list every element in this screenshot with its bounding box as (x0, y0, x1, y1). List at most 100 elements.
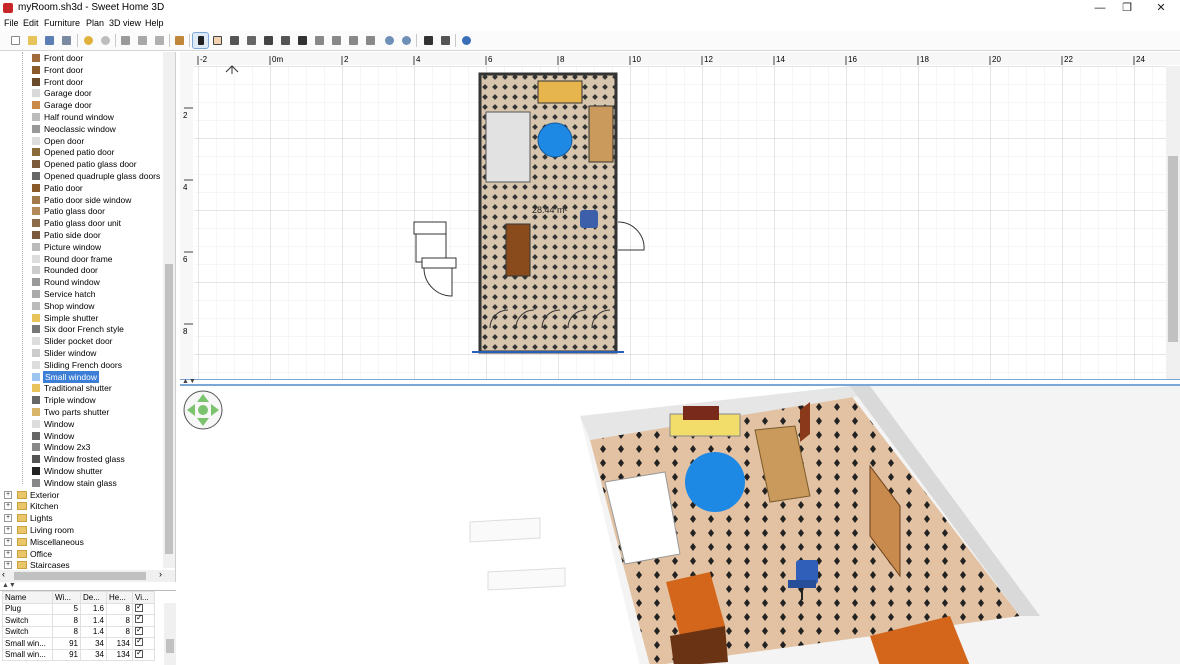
outside-object-b[interactable] (421, 257, 457, 269)
catalog-item[interactable]: Front door (0, 76, 162, 88)
cabinet-furniture[interactable] (588, 105, 614, 163)
catalog-item[interactable]: Half round window (0, 111, 162, 123)
cut-icon[interactable] (118, 33, 133, 48)
paste-icon[interactable] (152, 33, 167, 48)
navigation-arrows-icon[interactable] (183, 390, 223, 430)
catalog-item[interactable]: Sliding French doors (0, 359, 162, 371)
catalog-category[interactable]: + Miscellaneous (0, 536, 162, 548)
catalog-item[interactable]: Window shutter (0, 465, 162, 477)
catalog-item[interactable]: Window stain glass (0, 477, 162, 489)
close-button[interactable]: ✕ (1146, 0, 1176, 16)
catalog-item[interactable]: Round door frame (0, 253, 162, 265)
create-dimensions-icon[interactable] (278, 33, 293, 48)
create-polylines-icon[interactable] (261, 33, 276, 48)
3d-ball[interactable] (685, 452, 745, 512)
create-walls-icon[interactable] (227, 33, 242, 48)
expand-icon[interactable]: + (4, 561, 12, 570)
outside-object-a[interactable] (413, 221, 447, 235)
menu-furniture[interactable]: Furniture (44, 18, 80, 28)
catalog-item[interactable]: Patio door (0, 182, 162, 194)
catalog-item[interactable]: Traditional shutter (0, 382, 162, 394)
create-labels-icon[interactable] (295, 33, 310, 48)
redo-icon[interactable] (98, 33, 113, 48)
catalog-item[interactable]: Triple window (0, 394, 162, 406)
expand-icon[interactable]: + (4, 502, 12, 511)
table-row[interactable]: Switch 8 1.4 8 (2, 625, 155, 638)
furniture-list-scrollbar[interactable] (164, 603, 176, 665)
3d-outside-object-b[interactable] (487, 567, 566, 591)
ball-furniture[interactable] (537, 122, 573, 158)
column-width[interactable]: Wi... (52, 591, 81, 604)
expand-icon[interactable]: + (4, 514, 12, 523)
catalog-item[interactable]: Open door (0, 135, 162, 147)
chair-furniture[interactable] (580, 210, 598, 228)
maximize-button[interactable]: ❐ (1112, 0, 1142, 16)
catalog-item[interactable]: Round window (0, 276, 162, 288)
catalog-category[interactable]: + Living room (0, 524, 162, 536)
catalog-horizontal-scrollbar[interactable]: ‹ › (0, 569, 175, 582)
catalog-item[interactable]: Small window (0, 370, 162, 383)
catalog-category[interactable]: + Kitchen (0, 500, 162, 512)
catalog-item[interactable]: Six door French style (0, 323, 162, 335)
visible-checkbox[interactable] (135, 636, 143, 647)
catalog-item[interactable]: Window (0, 418, 162, 430)
catalog-vertical-scrollbar[interactable] (163, 52, 175, 568)
catalog-item[interactable]: Patio side door (0, 229, 162, 241)
table-row[interactable]: Switch 8 1.4 8 (2, 613, 155, 627)
3d-canvas[interactable] (180, 386, 1180, 664)
menu-file[interactable]: File (4, 18, 19, 28)
column-height[interactable]: He... (106, 591, 133, 604)
catalog-item[interactable]: Window (0, 430, 162, 442)
cut-tool-icon[interactable] (59, 33, 74, 48)
open-icon[interactable] (25, 33, 40, 48)
plan-view[interactable]: -2 0m 2 4 6 8 10 12 14 16 18 20 22 24 2468 28.44 m² (180, 52, 1180, 380)
catalog-item[interactable]: Two parts shutter (0, 406, 162, 418)
plan-canvas[interactable]: -2 0m 2 4 6 8 10 12 14 16 18 20 22 24 2468 28.44 m² (180, 52, 1180, 380)
select-mode-icon[interactable] (192, 32, 209, 49)
catalog-category[interactable]: + Lights (0, 512, 162, 524)
catalog-category[interactable]: + Exterior (0, 489, 162, 501)
catalog-item[interactable]: Opened patio glass door (0, 158, 162, 170)
catalog-item[interactable]: Simple shutter (0, 312, 162, 324)
catalog-item[interactable]: Garage door (0, 87, 162, 99)
create-photo-icon[interactable] (421, 33, 436, 48)
3d-laptop[interactable] (683, 406, 719, 420)
catalog-item[interactable]: Front door (0, 64, 162, 76)
copy-icon[interactable] (135, 33, 150, 48)
desk-furniture[interactable] (537, 80, 583, 104)
catalog-item[interactable]: Patio door side window (0, 194, 162, 206)
visible-checkbox[interactable] (135, 613, 143, 624)
catalog-item[interactable]: Shop window (0, 300, 162, 312)
create-rooms-icon[interactable] (244, 33, 259, 48)
catalog-item[interactable]: Window frosted glass (0, 453, 162, 465)
add-furniture-icon[interactable] (172, 33, 187, 48)
plan-3d-split-arrows-icon[interactable]: ▲▼ (182, 378, 196, 385)
column-depth[interactable]: De... (80, 591, 107, 604)
new-file-icon[interactable] (8, 33, 23, 48)
catalog-item[interactable]: Neoclassic window (0, 123, 162, 135)
table-row[interactable]: Plug 5 1.6 8 (2, 602, 155, 615)
catalog-item[interactable]: Picture window (0, 241, 162, 253)
table-row[interactable]: Small win... 91 34 134 (2, 636, 155, 650)
zoom-in-icon[interactable] (382, 33, 397, 48)
dresser-furniture[interactable] (505, 223, 531, 277)
text-style-icon[interactable] (312, 33, 327, 48)
catalog-category[interactable]: + Office (0, 548, 162, 560)
pan-mode-icon[interactable] (210, 33, 225, 48)
menu-3d-view[interactable]: 3D view (109, 18, 141, 28)
catalog-item[interactable]: Rounded door (0, 264, 162, 276)
increase-text-icon[interactable] (329, 33, 344, 48)
catalog-item[interactable]: Service hatch (0, 288, 162, 300)
visible-checkbox[interactable] (135, 625, 143, 635)
catalog-item[interactable]: Window 2x3 (0, 441, 162, 453)
help-icon[interactable] (459, 33, 474, 48)
catalog-item[interactable]: Patio glass door unit (0, 217, 162, 229)
catalog-item[interactable]: Opened quadruple glass doors (0, 170, 162, 182)
menu-edit[interactable]: Edit (23, 18, 39, 28)
bold-text-icon[interactable] (363, 33, 378, 48)
save-icon[interactable] (42, 33, 57, 48)
catalog-item[interactable]: Opened patio door (0, 146, 162, 158)
catalog-item[interactable]: Slider window (0, 347, 162, 359)
menu-help[interactable]: Help (145, 18, 164, 28)
table-row[interactable]: Small win... 91 34 134 (2, 648, 155, 661)
